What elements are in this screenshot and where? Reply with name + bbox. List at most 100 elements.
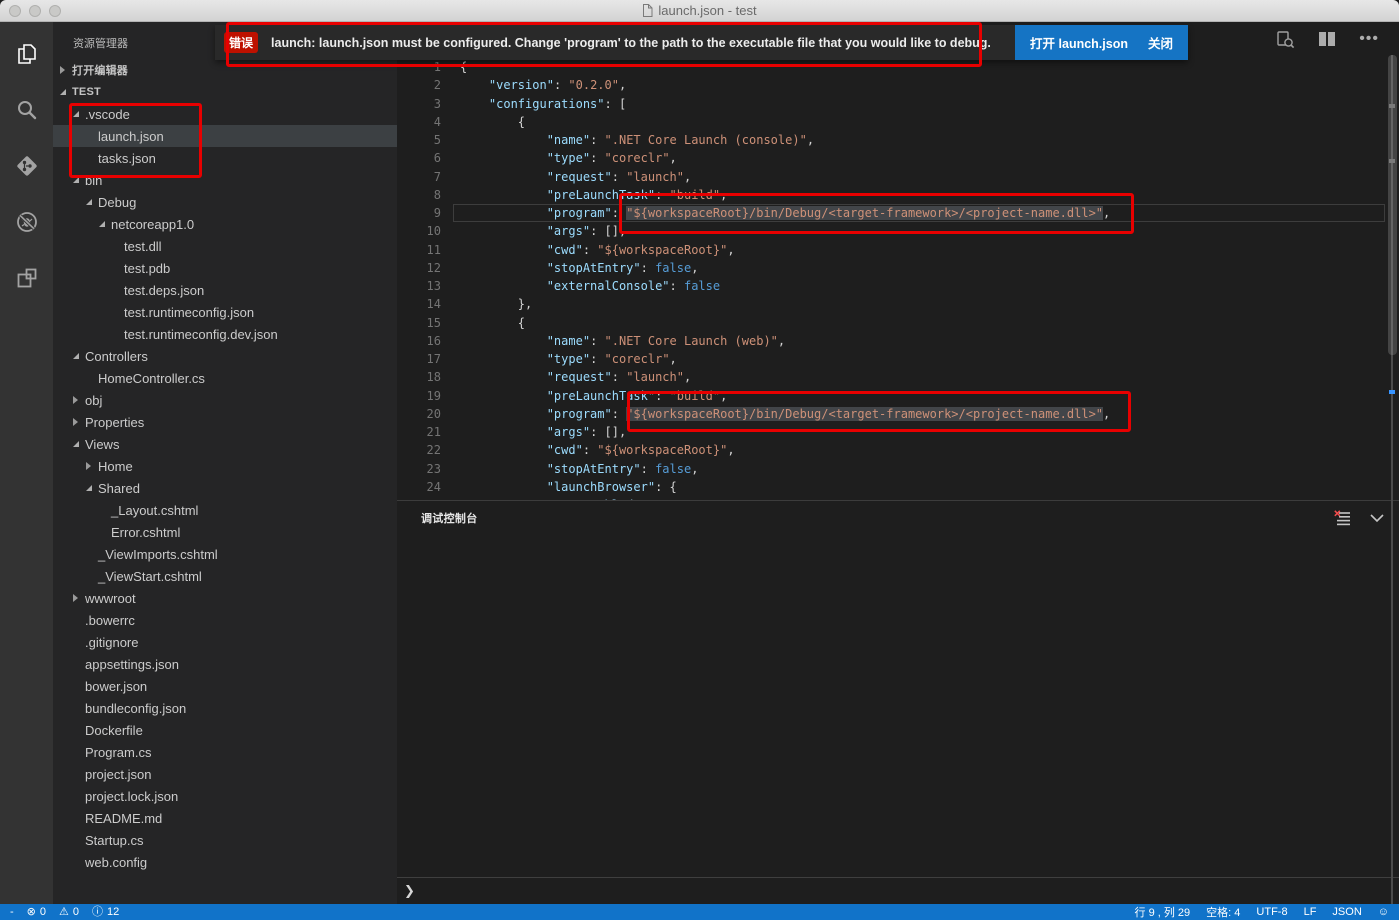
clear-console-icon[interactable] xyxy=(1334,510,1351,526)
minimize-window-button[interactable] xyxy=(29,5,41,17)
problems-infos[interactable]: ⓘ 12 xyxy=(92,906,119,918)
tree-item-label: launch.json xyxy=(98,129,164,144)
line-number: 15 xyxy=(397,314,460,332)
tree-file[interactable]: Error.cshtml xyxy=(53,521,397,543)
tree-folder[interactable]: netcoreapp1.0 xyxy=(53,213,397,235)
cursor-position[interactable]: 行 9 , 列 29 xyxy=(1135,904,1191,920)
line-number: 23 xyxy=(397,460,460,478)
tree-file[interactable]: test.deps.json xyxy=(53,279,397,301)
tree-file[interactable]: _ViewStart.cshtml xyxy=(53,565,397,587)
more-actions-icon[interactable]: ••• xyxy=(1359,34,1379,44)
vscode-file-icon xyxy=(642,4,653,17)
split-editor-icon[interactable] xyxy=(1317,30,1337,48)
tree-folder[interactable]: wwwroot xyxy=(53,587,397,609)
feedback-smiley-icon[interactable]: ☺ xyxy=(1378,907,1389,918)
collapse-panel-icon[interactable] xyxy=(1369,513,1385,523)
tree-item-label: web.config xyxy=(85,855,147,870)
explorer-sidebar: 资源管理器 打开编辑器TEST.vscodelaunch.jsontasks.j… xyxy=(53,22,397,904)
activitybar-explorer[interactable] xyxy=(13,40,41,68)
twisty-expanded-icon xyxy=(73,441,85,447)
tree-item-label: test.dll xyxy=(124,239,162,254)
tree-item-label: .vscode xyxy=(85,107,130,122)
code-line: 3 "configurations": [ xyxy=(397,95,1399,113)
code-line: 11 "cwd": "${workspaceRoot}", xyxy=(397,241,1399,259)
tree-section[interactable]: 打开编辑器 xyxy=(53,59,397,81)
activitybar-search[interactable] xyxy=(13,96,41,124)
scrollbar-thumb[interactable] xyxy=(1388,55,1397,355)
twisty-expanded-icon xyxy=(73,353,85,359)
tree-item-label: tasks.json xyxy=(98,151,156,166)
tree-file[interactable]: project.json xyxy=(53,763,397,785)
tree-file[interactable]: .bowerrc xyxy=(53,609,397,631)
open-launch-json-button[interactable]: 打开 launch.json xyxy=(1030,33,1128,52)
tree-folder[interactable]: obj xyxy=(53,389,397,411)
code-line: 16 "name": ".NET Core Launch (web)", xyxy=(397,332,1399,350)
statusbar-dash[interactable]: - xyxy=(10,906,14,918)
activitybar-debug[interactable] xyxy=(13,208,41,236)
tree-file[interactable]: launch.json xyxy=(53,125,397,147)
tree-folder[interactable]: Views xyxy=(53,433,397,455)
tree-file[interactable]: test.dll xyxy=(53,235,397,257)
tree-section[interactable]: TEST xyxy=(53,81,397,103)
error-severity-badge: 错误 xyxy=(224,32,258,53)
tree-folder[interactable]: Home xyxy=(53,455,397,477)
encoding[interactable]: UTF-8 xyxy=(1256,906,1287,918)
zoom-window-button[interactable] xyxy=(49,5,61,17)
tree-folder[interactable]: Debug xyxy=(53,191,397,213)
line-number: 13 xyxy=(397,277,460,295)
tree-folder[interactable]: bin xyxy=(53,169,397,191)
close-notification-button[interactable]: 关闭 xyxy=(1148,33,1173,52)
tree-file[interactable]: .gitignore xyxy=(53,631,397,653)
problems-errors[interactable]: ⊗ 0 xyxy=(27,906,46,918)
open-preview-icon[interactable] xyxy=(1275,29,1295,49)
tree-file[interactable]: appsettings.json xyxy=(53,653,397,675)
language-mode[interactable]: JSON xyxy=(1332,906,1361,918)
line-number: 4 xyxy=(397,113,460,131)
tree-folder[interactable]: Shared xyxy=(53,477,397,499)
tree-file[interactable]: Program.cs xyxy=(53,741,397,763)
code-line: 25 "enabled": true, xyxy=(397,496,1399,500)
tree-file[interactable]: tasks.json xyxy=(53,147,397,169)
activitybar-extensions[interactable] xyxy=(13,264,41,292)
tree-file[interactable]: bower.json xyxy=(53,675,397,697)
tree-file[interactable]: web.config xyxy=(53,851,397,873)
tree-file[interactable]: _ViewImports.cshtml xyxy=(53,543,397,565)
tree-file[interactable]: _Layout.cshtml xyxy=(53,499,397,521)
eol-sequence[interactable]: LF xyxy=(1304,906,1317,918)
bottom-panel: 调试控制台 ❯ xyxy=(397,500,1399,904)
tree-item-label: netcoreapp1.0 xyxy=(111,217,194,232)
tree-item-label: Controllers xyxy=(85,349,148,364)
line-number: 25 xyxy=(397,496,460,500)
code-editor[interactable]: 1{2 "version": "0.2.0",3 "configurations… xyxy=(397,55,1399,500)
vscode-window: launch.json - test xyxy=(0,0,1399,920)
notification-bar: 错误 launch: launch.json must be configure… xyxy=(215,25,1188,60)
tree-folder[interactable]: .vscode xyxy=(53,103,397,125)
tree-file[interactable]: test.runtimeconfig.dev.json xyxy=(53,323,397,345)
notification-message: launch: launch.json must be configured. … xyxy=(271,36,991,50)
tab-debug-console[interactable]: 调试控制台 xyxy=(421,510,478,526)
indentation[interactable]: 空格: 4 xyxy=(1206,904,1240,920)
tree-item-label: Error.cshtml xyxy=(111,525,180,540)
debug-console-input[interactable]: ❯ xyxy=(397,877,1399,904)
line-number: 2 xyxy=(397,76,460,94)
window-title: launch.json - test xyxy=(658,3,756,18)
tree-item-label: _ViewStart.cshtml xyxy=(98,569,202,584)
tree-item-label: README.md xyxy=(85,811,162,826)
activitybar-source-control[interactable] xyxy=(13,152,41,180)
tree-folder[interactable]: Controllers xyxy=(53,345,397,367)
tree-file[interactable]: README.md xyxy=(53,807,397,829)
tree-file[interactable]: Startup.cs xyxy=(53,829,397,851)
tree-file[interactable]: project.lock.json xyxy=(53,785,397,807)
close-window-button[interactable] xyxy=(9,5,21,17)
problems-warnings[interactable]: ⚠ 0 xyxy=(59,906,79,918)
tree-file[interactable]: HomeController.cs xyxy=(53,367,397,389)
tree-folder[interactable]: Properties xyxy=(53,411,397,433)
tree-file[interactable]: test.runtimeconfig.json xyxy=(53,301,397,323)
line-number: 11 xyxy=(397,241,460,259)
tree-file[interactable]: Dockerfile xyxy=(53,719,397,741)
tree-file[interactable]: test.pdb xyxy=(53,257,397,279)
traffic-lights xyxy=(9,5,61,17)
tree-item-label: project.lock.json xyxy=(85,789,178,804)
tree-file[interactable]: bundleconfig.json xyxy=(53,697,397,719)
tree-item-label: wwwroot xyxy=(85,591,136,606)
